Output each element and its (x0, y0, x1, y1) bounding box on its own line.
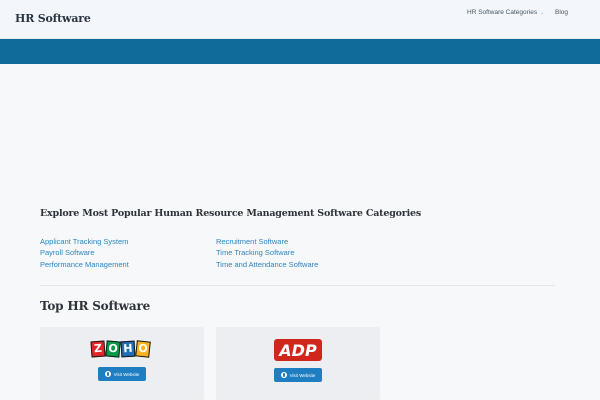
visit-website-button[interactable]: Visit Website (98, 367, 146, 381)
visit-website-button[interactable]: Visit Website (274, 368, 322, 382)
link-time-and-attendance-software[interactable]: Time and Attendance Software (216, 259, 318, 270)
category-links-right: Recruitment Software Time Tracking Softw… (216, 236, 318, 270)
nav-blog[interactable]: Blog (555, 9, 568, 16)
globe-icon (280, 372, 287, 378)
adp-logo-text: ADP (277, 341, 317, 360)
nav-hr-software-categories[interactable]: HR Software Categories ⌄ (467, 9, 544, 16)
nav-label: HR Software Categories (467, 9, 538, 16)
top-navigation-bar: HR Software HR Software Categories ⌄ Blog (0, 0, 600, 39)
zoho-letter: H (120, 340, 136, 358)
categories-title: Explore Most Popular Human Resource Mana… (40, 208, 421, 219)
zoho-logo: Z O H O (90, 340, 151, 358)
adp-logo: ADP (274, 339, 322, 361)
top-software-title: Top HR Software (40, 299, 151, 313)
zoho-letter: Z (90, 340, 106, 358)
button-label: Visit Website (289, 372, 316, 378)
zoho-letter: O (135, 340, 151, 358)
section-divider (40, 285, 555, 286)
button-label: Visit Website (113, 371, 140, 377)
link-time-tracking-software[interactable]: Time Tracking Software (216, 247, 318, 258)
link-performance-management[interactable]: Performance Management (40, 259, 129, 270)
link-recruitment-software[interactable]: Recruitment Software (216, 236, 318, 247)
globe-icon (104, 371, 111, 377)
chevron-down-icon: ⌄ (540, 10, 545, 16)
zoho-letter: O (105, 340, 121, 358)
software-card-adp: ADP Visit Website (216, 327, 380, 400)
link-payroll-software[interactable]: Payroll Software (40, 247, 129, 258)
category-links-left: Applicant Tracking System Payroll Softwa… (40, 236, 129, 270)
software-card-zoho: Z O H O Visit Website (40, 327, 204, 400)
hero-band (0, 39, 600, 64)
link-applicant-tracking-system[interactable]: Applicant Tracking System (40, 236, 129, 247)
site-brand[interactable]: HR Software (15, 12, 91, 25)
